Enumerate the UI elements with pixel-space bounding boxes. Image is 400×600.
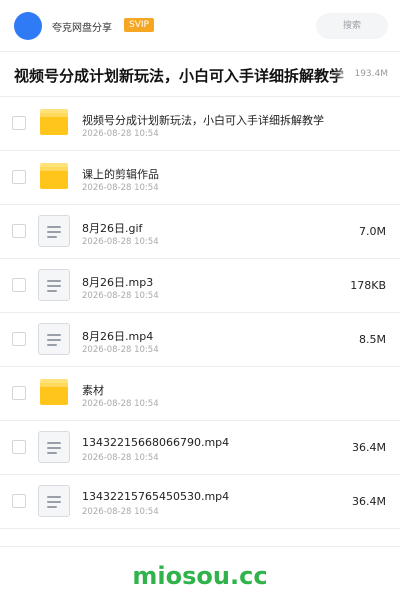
- file-name: 13432215765450530.mp4: [82, 490, 230, 503]
- search-input[interactable]: 搜索: [316, 13, 388, 39]
- file-name: 8月26日.gif: [82, 222, 143, 235]
- file-date: 2026-08-28 10:54: [82, 291, 159, 301]
- row-checkbox[interactable]: [12, 494, 26, 508]
- list-footer: [0, 529, 400, 547]
- row-checkbox[interactable]: [12, 440, 26, 454]
- list-item[interactable]: 课上的剪辑作品 2026-08-28 10:54: [0, 151, 400, 205]
- file-name: 素材: [82, 384, 104, 397]
- file-size: 8.5M: [359, 333, 386, 346]
- svip-badge: SVIP: [124, 18, 154, 32]
- file-name: 8月26日.mp4: [82, 330, 154, 343]
- row-checkbox[interactable]: [12, 170, 26, 184]
- avatar[interactable]: [14, 12, 42, 40]
- list-item[interactable]: 8月26日.gif 2026-08-28 10:54 7.0M: [0, 205, 400, 259]
- row-checkbox[interactable]: [12, 224, 26, 238]
- row-checkbox[interactable]: [12, 332, 26, 346]
- document-icon: [38, 215, 70, 247]
- file-date: 2026-08-28 10:54: [82, 129, 159, 139]
- folder-title-row: 视频号分成计划新玩法，小白可入手详细拆解教学 193.4M: [0, 53, 400, 97]
- document-icon: [38, 269, 70, 301]
- file-date: 2026-08-28 10:54: [82, 183, 159, 193]
- total-size: 193.4M: [334, 69, 388, 79]
- page-title: 视频号分成计划新玩法，小白可入手详细拆解教学: [14, 67, 345, 85]
- row-checkbox[interactable]: [12, 116, 26, 130]
- document-icon: [38, 485, 70, 517]
- list-item[interactable]: 视频号分成计划新玩法，小白可入手详细拆解教学 2026-08-28 10:54: [0, 97, 400, 151]
- document-icon: [38, 431, 70, 463]
- row-checkbox[interactable]: [12, 386, 26, 400]
- file-name: 视频号分成计划新玩法，小白可入手详细拆解教学: [82, 114, 324, 127]
- file-date: 2026-08-28 10:54: [82, 453, 159, 463]
- row-checkbox[interactable]: [12, 278, 26, 292]
- file-size: 36.4M: [352, 495, 386, 508]
- document-icon: [38, 323, 70, 355]
- file-list: 视频号分成计划新玩法，小白可入手详细拆解教学 2026-08-28 10:54 …: [0, 97, 400, 529]
- file-name: 13432215668066790.mp4: [82, 436, 230, 449]
- file-name: 8月26日.mp3: [82, 276, 154, 289]
- list-item[interactable]: 素材 2026-08-28 10:54: [0, 367, 400, 421]
- file-name: 课上的剪辑作品: [82, 168, 159, 181]
- folder-icon: [38, 161, 70, 193]
- list-item[interactable]: 13432215765450530.mp4 2026-08-28 10:54 3…: [0, 475, 400, 529]
- file-size: 178KB: [350, 279, 386, 292]
- share-name: 夸克网盘分享: [52, 23, 112, 34]
- file-date: 2026-08-28 10:54: [82, 237, 159, 247]
- list-item[interactable]: 8月26日.mp4 2026-08-28 10:54 8.5M: [0, 313, 400, 367]
- file-date: 2026-08-28 10:54: [82, 399, 159, 409]
- app-header: 夸克网盘分享 SVIP 搜索: [0, 0, 400, 52]
- file-date: 2026-08-28 10:54: [82, 507, 159, 517]
- file-date: 2026-08-28 10:54: [82, 345, 159, 355]
- file-size: 36.4M: [352, 441, 386, 454]
- folder-icon: [38, 107, 70, 139]
- file-size: 7.0M: [359, 225, 386, 238]
- watermark: miosou.cc: [132, 562, 268, 590]
- folder-icon: [38, 377, 70, 409]
- list-item[interactable]: 8月26日.mp3 2026-08-28 10:54 178KB: [0, 259, 400, 313]
- list-item[interactable]: 13432215668066790.mp4 2026-08-28 10:54 3…: [0, 421, 400, 475]
